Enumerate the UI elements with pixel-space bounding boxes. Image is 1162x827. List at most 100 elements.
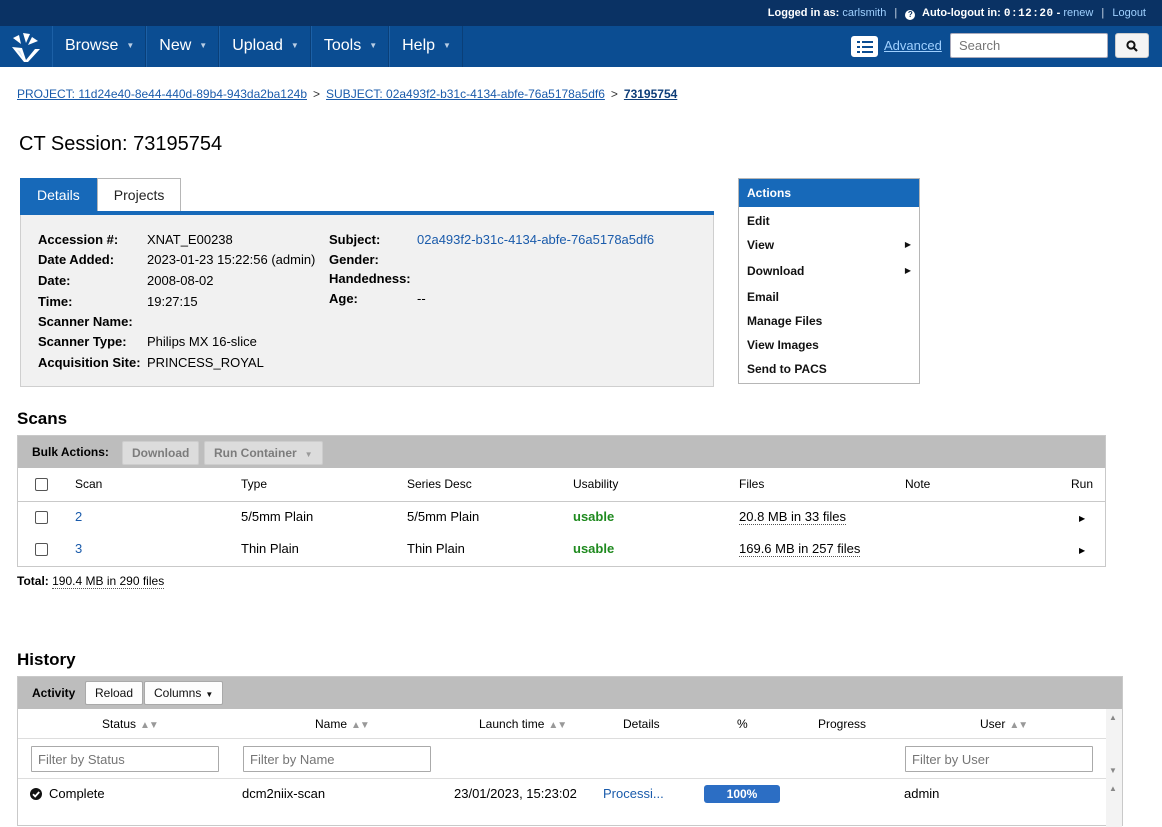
action-manage-files[interactable]: Manage Files: [747, 314, 913, 328]
col-launch-time[interactable]: Launch time ▲▼: [479, 717, 567, 731]
sort-icon: ▲▼: [1009, 720, 1028, 731]
bulk-actions-label: Bulk Actions:: [32, 445, 109, 459]
scan-series-desc: Thin Plain: [407, 541, 465, 556]
filter-user-input[interactable]: [905, 746, 1093, 772]
caret-down-icon: ▼: [205, 690, 214, 699]
autologout-label: Auto-logout in:: [922, 7, 1001, 19]
col-user[interactable]: User ▲▼: [980, 717, 1028, 731]
history-scrollbar[interactable]: ▲ ▼ ▲: [1106, 709, 1122, 827]
history-launch-time: 23/01/2023, 15:23:02: [454, 786, 577, 801]
search-icon: [1126, 40, 1138, 52]
nav-menus: Browse ▼ New ▼ Upload ▼ Tools ▼ Help ▼: [52, 26, 463, 67]
history-name: dcm2niix-scan: [242, 786, 326, 801]
advanced-search-link[interactable]: Advanced: [884, 38, 942, 53]
xnat-logo-icon[interactable]: [9, 31, 43, 63]
row-checkbox[interactable]: [35, 511, 48, 524]
logout-link[interactable]: Logout: [1112, 7, 1146, 19]
col-status[interactable]: Status ▲▼: [102, 717, 159, 731]
col-note: Note: [905, 477, 931, 491]
history-details-link[interactable]: Processi...: [603, 786, 664, 801]
caret-down-icon: ▼: [290, 41, 299, 50]
filter-row: [18, 739, 1106, 779]
browse-menu[interactable]: Browse ▼: [52, 26, 147, 67]
main-navbar: Browse ▼ New ▼ Upload ▼ Tools ▼ Help ▼ Advanc…: [0, 26, 1162, 67]
subject-link[interactable]: 02a493f2-b31c-4134-abfe-76a5178a5df6: [417, 232, 654, 247]
select-all-checkbox[interactable]: [35, 478, 48, 491]
session-info: Logged in as: carlsmith | ? Auto-logout …: [767, 7, 1146, 20]
help-menu[interactable]: Help ▼: [389, 26, 463, 67]
scan-files[interactable]: 169.6 MB in 257 files: [739, 541, 861, 557]
advanced-search-icon[interactable]: [851, 36, 878, 57]
action-send-to-pacs[interactable]: Send to PACS: [747, 362, 913, 376]
scan-id-link[interactable]: 2: [75, 509, 82, 524]
col-percent: %: [737, 717, 748, 731]
activity-label: Activity: [32, 686, 76, 700]
caret-down-icon: ▼: [199, 41, 208, 50]
history-status: Complete: [49, 786, 105, 801]
scroll-down-icon[interactable]: ▼: [1109, 766, 1117, 775]
upload-menu[interactable]: Upload ▼: [219, 26, 311, 67]
breadcrumb-subject-link[interactable]: SUBJECT: 02a493f2-b31c-4134-abfe-76a5178…: [326, 87, 605, 101]
col-name[interactable]: Name ▲▼: [315, 717, 370, 731]
col-files: Files: [739, 477, 765, 491]
actions-title: Actions: [739, 179, 919, 207]
scans-total-value: 190.4 MB in 290 files: [52, 574, 165, 589]
scroll-up-icon[interactable]: ▲: [1109, 784, 1117, 793]
caret-down-icon: ▼: [443, 41, 451, 50]
breadcrumb: PROJECT: 11d24e40-8e44-440d-89b4-943da2b…: [17, 87, 678, 101]
tab-details[interactable]: Details: [20, 178, 97, 213]
search-input[interactable]: [950, 33, 1108, 58]
row-checkbox[interactable]: [35, 543, 48, 556]
run-container-button[interactable]: Run Container ▼: [204, 441, 323, 465]
renew-link[interactable]: renew: [1063, 7, 1093, 19]
history-header-row: Status ▲▼ Name ▲▼ Launch time ▲▼ Details % …: [18, 709, 1106, 739]
col-type: Type: [241, 477, 268, 491]
actions-panel: Actions Edit View ▶ Download ▶ Email Manag…: [738, 178, 920, 384]
scan-series-desc: 5/5mm Plain: [407, 509, 480, 524]
col-usability: Usability: [573, 477, 619, 491]
scan-files[interactable]: 20.8 MB in 33 files: [739, 509, 846, 525]
col-series-desc: Series Desc: [407, 477, 472, 491]
reload-button[interactable]: Reload: [85, 681, 144, 705]
bulk-download-button[interactable]: Download: [122, 441, 200, 465]
scan-usability: usable: [573, 541, 615, 556]
scroll-up-icon[interactable]: ▲: [1109, 713, 1117, 722]
columns-button[interactable]: Columns ▼: [144, 681, 224, 705]
tab-projects[interactable]: Projects: [96, 178, 182, 213]
col-run: Run: [1071, 477, 1094, 491]
scans-header-row: Scan Type Series Desc Usability Files No…: [18, 468, 1105, 502]
progress-bar: 100%: [704, 785, 780, 803]
check-circle-icon: [30, 788, 42, 800]
action-email[interactable]: Email: [747, 290, 913, 304]
filter-status-input[interactable]: [31, 746, 219, 772]
col-scan: Scan: [75, 477, 103, 491]
caret-down-icon: ▼: [369, 41, 378, 50]
submenu-arrow-icon: ▶: [904, 266, 911, 275]
filter-name-input[interactable]: [243, 746, 431, 772]
autologout-timer: 0:12:20: [1003, 8, 1054, 20]
scans-table: Bulk Actions: Download Run Container ▼ Sc…: [17, 435, 1106, 567]
action-download[interactable]: Download ▶: [747, 264, 913, 278]
new-menu[interactable]: New ▼: [146, 26, 220, 67]
action-view[interactable]: View ▶: [747, 238, 913, 252]
breadcrumb-project-link[interactable]: PROJECT: 11d24e40-8e44-440d-89b4-943da2b…: [17, 87, 307, 101]
logged-in-label: Logged in as:: [767, 7, 840, 19]
run-arrow-icon[interactable]: ▶: [1079, 546, 1085, 555]
run-arrow-icon[interactable]: ▶: [1079, 514, 1085, 523]
history-table: Activity Reload Columns ▼ Status ▲▼ Name ▲▼…: [17, 676, 1123, 827]
help-circle-icon: ?: [905, 10, 916, 20]
search-button[interactable]: [1115, 33, 1149, 58]
action-view-images[interactable]: View Images: [747, 338, 913, 352]
top-status-bar: Logged in as: carlsmith | ? Auto-logout …: [0, 0, 1162, 26]
action-edit[interactable]: Edit: [747, 214, 913, 228]
tools-menu[interactable]: Tools ▼: [310, 26, 390, 67]
sort-icon: ▲▼: [548, 720, 567, 731]
scan-id-link[interactable]: 3: [75, 541, 82, 556]
col-progress: Progress: [818, 717, 867, 731]
session-details-panel: Accession #: XNAT_E00238 Date Added: 202…: [20, 215, 714, 387]
scans-total: Total: 190.4 MB in 290 files: [17, 574, 165, 589]
username-link[interactable]: carlsmith: [842, 7, 886, 19]
submenu-arrow-icon: ▶: [904, 240, 911, 249]
breadcrumb-current-link[interactable]: 73195754: [624, 87, 677, 101]
details-tabs: Details Projects: [20, 178, 182, 213]
